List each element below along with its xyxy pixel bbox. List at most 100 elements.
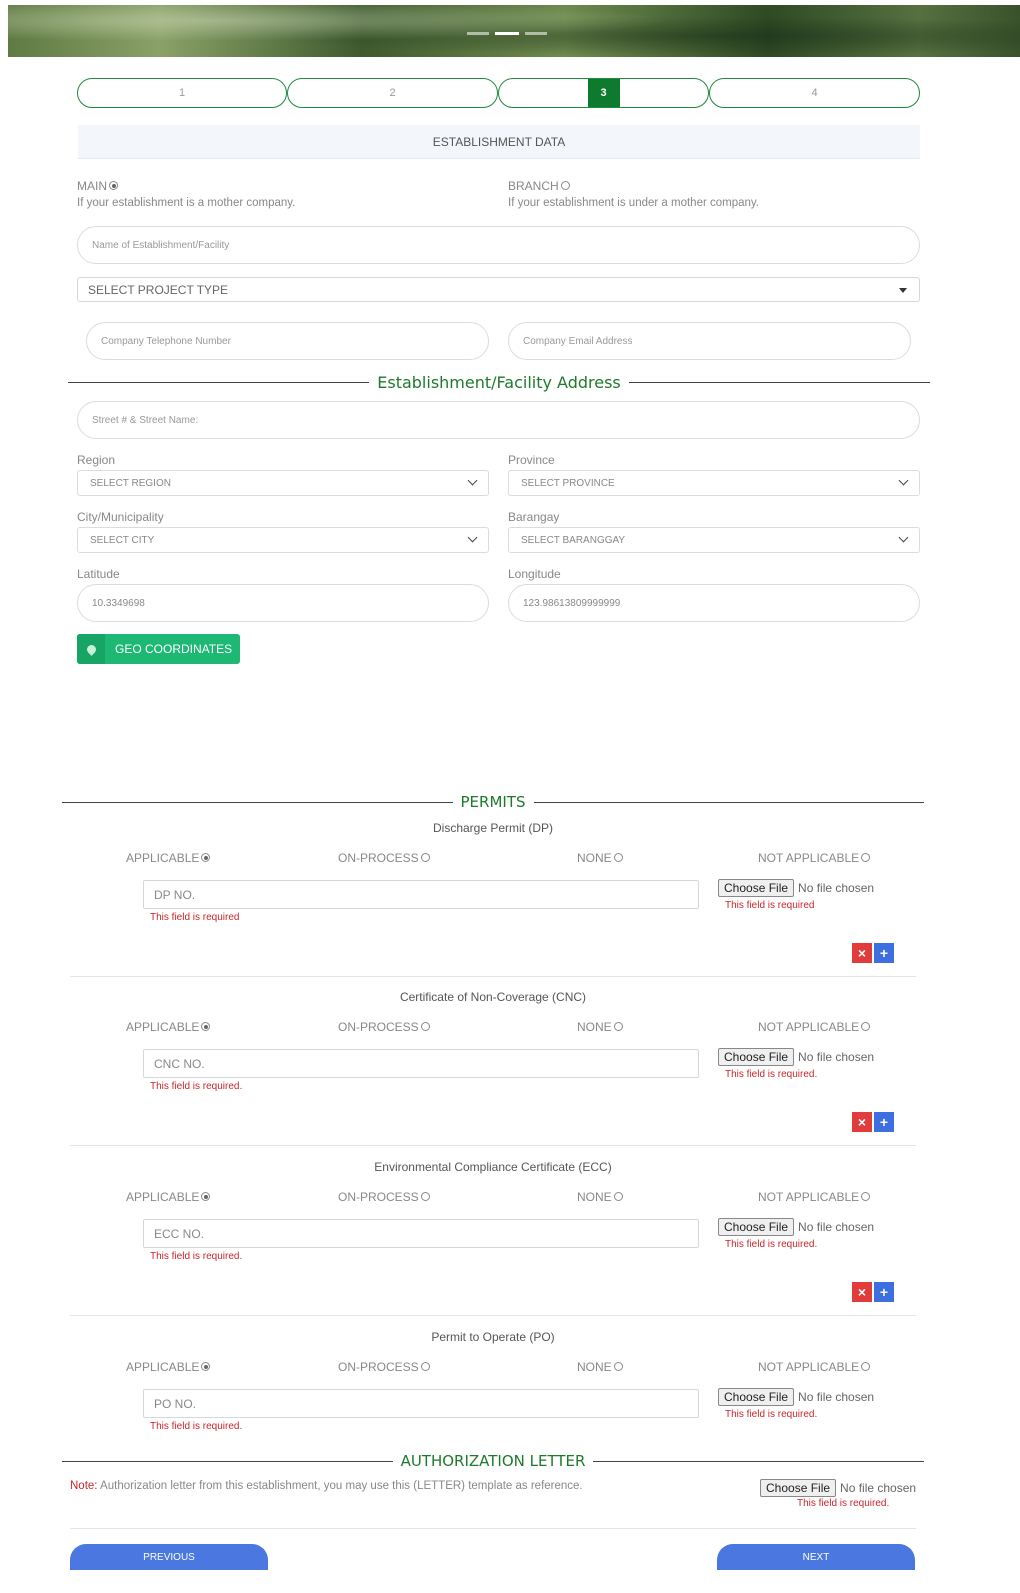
on-process-option[interactable]: ON-PROCESS [338, 1020, 430, 1034]
telephone-input[interactable]: Company Telephone Number [86, 322, 489, 360]
on-process-radio[interactable] [420, 853, 430, 863]
step-active-marker: 3 [587, 79, 620, 107]
remove-icon[interactable]: × [852, 1282, 872, 1302]
remove-icon[interactable]: × [852, 1112, 872, 1132]
longitude-input[interactable]: 123.98613809999999 [508, 584, 920, 622]
on-process-radio[interactable] [420, 1192, 430, 1202]
applicable-option[interactable]: APPLICABLE [126, 851, 211, 865]
step-2[interactable]: 2 [287, 78, 498, 108]
region-select[interactable]: SELECT REGION [77, 470, 489, 496]
none-option[interactable]: NONE [577, 1360, 623, 1374]
on-process-radio[interactable] [420, 1022, 430, 1032]
project-type-select[interactable]: SELECT PROJECT TYPE [77, 277, 920, 302]
add-icon[interactable]: + [874, 943, 894, 963]
permit-number-input[interactable]: PO NO. [143, 1389, 699, 1418]
permit-number-input[interactable]: DP NO. [143, 880, 699, 909]
not-applicable-radio[interactable] [861, 1362, 871, 1372]
address-divider: Establishment/Facility Address [68, 373, 930, 392]
caret-down-icon [899, 287, 907, 293]
permit-number-input[interactable]: ECC NO. [143, 1219, 699, 1248]
choose-file-button[interactable]: Choose File [718, 1218, 795, 1236]
permits-divider: PERMITS [62, 793, 924, 811]
choose-file-button[interactable]: Choose File [718, 1048, 795, 1066]
main-radio[interactable] [109, 181, 118, 191]
permit-file-input[interactable]: Choose File No file chosen [718, 879, 876, 897]
carousel-indicators[interactable] [467, 32, 547, 35]
chevron-down-icon [467, 532, 478, 543]
geo-coordinates-button[interactable]: GEO COORDINATES [77, 634, 240, 664]
province-label: Province [508, 453, 555, 467]
street-input[interactable]: Street # & Street Name: [77, 401, 920, 439]
step-4[interactable]: 4 [709, 78, 920, 108]
province-select[interactable]: SELECT PROVINCE [508, 470, 920, 496]
not-applicable-option[interactable]: NOT APPLICABLE [758, 851, 871, 865]
branch-option[interactable]: BRANCH [508, 179, 570, 193]
none-radio[interactable] [613, 853, 623, 863]
permit-file-error: This field is required. [725, 1409, 818, 1420]
on-process-radio[interactable] [420, 1362, 430, 1372]
carousel-dot[interactable] [467, 32, 489, 35]
permit-divider [70, 976, 916, 977]
none-option[interactable]: NONE [577, 851, 623, 865]
on-process-option[interactable]: ON-PROCESS [338, 851, 430, 865]
not-applicable-radio[interactable] [861, 1022, 871, 1032]
on-process-option[interactable]: ON-PROCESS [338, 1190, 430, 1204]
previous-button[interactable]: PREVIOUS [70, 1544, 268, 1570]
permit-file-input[interactable]: Choose File No file chosen [718, 1218, 876, 1236]
barangay-label: Barangay [508, 510, 560, 524]
not-applicable-option[interactable]: NOT APPLICABLE [758, 1360, 871, 1374]
barangay-select[interactable]: SELECT BARANGGAY [508, 527, 920, 553]
permit-number-error: This field is required. [150, 1081, 243, 1092]
step-3-active[interactable]: 3 [498, 78, 709, 108]
applicable-option[interactable]: APPLICABLE [126, 1360, 211, 1374]
applicable-radio[interactable] [201, 1362, 211, 1372]
carousel-dot[interactable] [525, 32, 547, 35]
hero-banner [8, 5, 1020, 57]
choose-file-button[interactable]: Choose File [718, 879, 795, 897]
chevron-down-icon [898, 532, 909, 543]
authorization-file-input[interactable]: Choose File No file chosen [760, 1479, 918, 1497]
add-icon[interactable]: + [874, 1112, 894, 1132]
applicable-radio[interactable] [201, 1022, 211, 1032]
latitude-input[interactable]: 10.3349698 [77, 584, 489, 622]
not-applicable-option[interactable]: NOT APPLICABLE [758, 1190, 871, 1204]
none-radio[interactable] [613, 1362, 623, 1372]
applicable-option[interactable]: APPLICABLE [126, 1020, 211, 1034]
permit-number-error: This field is required. [150, 1251, 243, 1262]
add-icon[interactable]: + [874, 1282, 894, 1302]
none-radio[interactable] [613, 1022, 623, 1032]
permit-number-input[interactable]: CNC NO. [143, 1049, 699, 1078]
applicable-option[interactable]: APPLICABLE [126, 1190, 211, 1204]
applicable-radio[interactable] [201, 1192, 211, 1202]
choose-file-button[interactable]: Choose File [760, 1479, 837, 1497]
permit-file-input[interactable]: Choose File No file chosen [718, 1388, 876, 1406]
permit-divider [70, 1145, 916, 1146]
longitude-label: Longitude [508, 567, 561, 581]
next-button[interactable]: NEXT [717, 1544, 915, 1570]
branch-radio[interactable] [560, 181, 570, 191]
step-1[interactable]: 1 [77, 78, 287, 108]
permit-number-error: This field is required. [150, 1421, 243, 1432]
remove-icon[interactable]: × [852, 943, 872, 963]
city-select[interactable]: SELECT CITY [77, 527, 489, 553]
main-option[interactable]: MAIN [77, 179, 118, 193]
divider [70, 1528, 916, 1529]
latitude-label: Latitude [77, 567, 120, 581]
email-input[interactable]: Company Email Address [508, 322, 911, 360]
none-radio[interactable] [613, 1192, 623, 1202]
on-process-option[interactable]: ON-PROCESS [338, 1360, 430, 1374]
establishment-name-input[interactable]: Name of Establishment/Facility [77, 226, 920, 264]
carousel-dot-active[interactable] [495, 32, 519, 35]
not-applicable-option[interactable]: NOT APPLICABLE [758, 1020, 871, 1034]
authorization-divider: AUTHORIZATION LETTER [62, 1452, 925, 1470]
none-option[interactable]: NONE [577, 1190, 623, 1204]
applicable-radio[interactable] [201, 853, 211, 863]
main-description: If your establishment is a mother compan… [77, 197, 296, 209]
permits-title: PERMITS [460, 793, 526, 811]
none-option[interactable]: NONE [577, 1020, 623, 1034]
permit-file-input[interactable]: Choose File No file chosen [718, 1048, 876, 1066]
authorization-file-error: This field is required. [797, 1498, 890, 1509]
not-applicable-radio[interactable] [861, 853, 871, 863]
not-applicable-radio[interactable] [861, 1192, 871, 1202]
choose-file-button[interactable]: Choose File [718, 1388, 795, 1406]
